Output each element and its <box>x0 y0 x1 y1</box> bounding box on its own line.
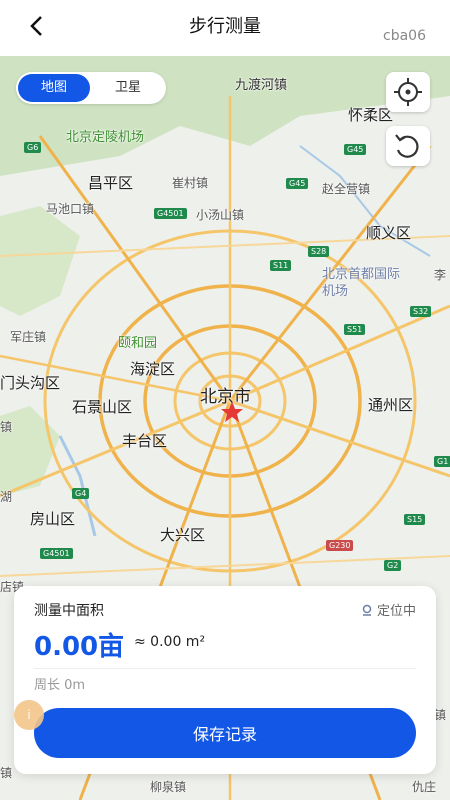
map-label: 仇庄 <box>412 780 437 794</box>
road-shield: G1 <box>434 456 450 467</box>
map-label: 顺义区 <box>366 224 412 242</box>
map-label: 北京定陵机场 <box>66 130 145 145</box>
map-label: 颐和园 <box>118 336 158 351</box>
road-shield: G4501 <box>40 548 73 559</box>
map-label: 海淀区 <box>130 360 176 378</box>
map-label: 崔村镇 <box>172 176 209 190</box>
tab-map[interactable]: 地图 <box>18 74 90 102</box>
map-label: 丰台区 <box>122 432 168 450</box>
road-shield: S28 <box>308 246 330 257</box>
map-label: 门头沟区 <box>0 374 61 392</box>
divider <box>34 668 416 669</box>
undo-icon <box>395 134 419 158</box>
map-label: 小汤山镇 <box>196 208 245 222</box>
road-shield: S32 <box>410 306 432 317</box>
map-label: 大兴区 <box>160 526 206 544</box>
info-badge[interactable]: i <box>14 700 44 730</box>
locating-status: 定位中 <box>361 600 416 619</box>
road-shield: S51 <box>344 324 366 335</box>
perimeter: 周长 0m <box>34 678 86 693</box>
header-bar: 步行测量 cba06 <box>0 0 450 56</box>
road-shield: G4501 <box>154 208 187 219</box>
area-value: 0.00亩 <box>34 632 125 662</box>
road-shield: G2 <box>384 560 402 571</box>
crosshair-icon <box>394 78 422 106</box>
locating-text: 定位中 <box>376 604 416 619</box>
map-label: 北京市 <box>200 387 251 407</box>
road-shield: G4 <box>72 488 90 499</box>
corner-text: cba06 <box>383 28 426 44</box>
card-title: 测量中面积 <box>34 603 104 619</box>
measure-card: 测量中面积 定位中 0.00亩 ≈ 0.00 m² 周长 0m 保存记录 <box>14 586 436 774</box>
tab-satellite[interactable]: 卫星 <box>92 74 164 102</box>
road-shield: G45 <box>286 178 309 189</box>
map-label: 赵全营镇 <box>322 182 371 196</box>
map-label: 湖 <box>0 490 13 504</box>
map-label: 马池口镇 <box>46 202 95 216</box>
road-shield: G230 <box>326 540 354 551</box>
map-mode-toggle[interactable]: 地图 卫星 <box>16 72 166 104</box>
map-label: 李 <box>434 268 447 282</box>
road-shield: S15 <box>404 514 426 525</box>
road-shield: G45 <box>344 144 367 155</box>
map-label: 军庄镇 <box>10 330 47 344</box>
road-shield: S11 <box>270 260 292 271</box>
map-label: 房山区 <box>30 510 76 528</box>
road-shield: G6 <box>24 142 42 153</box>
map-label: 昌平区 <box>88 174 134 192</box>
location-icon <box>362 604 372 616</box>
map-label: 柳泉镇 <box>150 780 187 794</box>
map-label: 北京首都国际机场 <box>322 267 401 299</box>
map-label: 镇 <box>0 420 13 434</box>
save-record-button[interactable]: 保存记录 <box>34 708 416 758</box>
map-label: 石景山区 <box>72 398 133 416</box>
reset-button[interactable] <box>386 126 430 166</box>
map-label: 镇 <box>0 766 13 780</box>
area-sqm: ≈ 0.00 m² <box>134 634 206 650</box>
map-label: 九渡河镇 <box>235 78 288 93</box>
locate-button[interactable] <box>386 72 430 112</box>
map-label: 通州区 <box>368 396 414 414</box>
